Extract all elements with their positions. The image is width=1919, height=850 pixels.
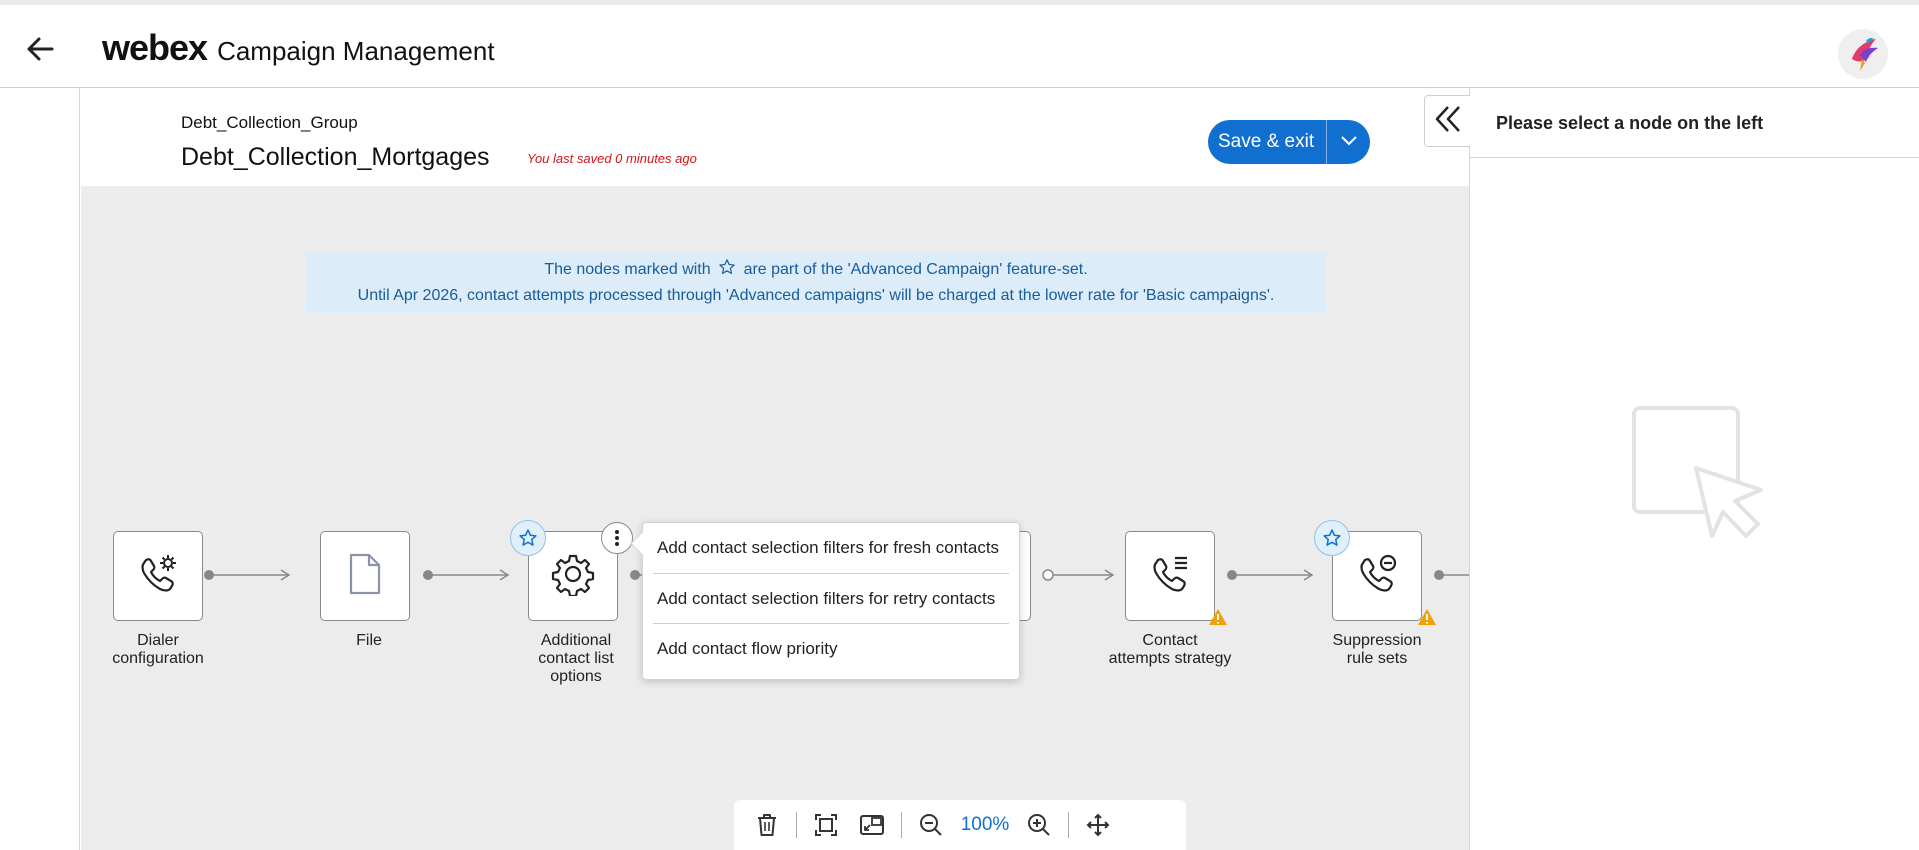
toolbar-divider: [1068, 812, 1069, 838]
menu-item-retry-filters[interactable]: Add contact selection filters for retry …: [653, 573, 1009, 623]
save-exit-button[interactable]: Save & exit: [1208, 120, 1326, 164]
connector-attempts-suppression: [1227, 569, 1314, 581]
node-additional-label-line: Additional: [540, 632, 612, 649]
node-context-menu: Add contact selection filters for fresh …: [642, 522, 1020, 680]
node-attempts-label-line: attempts strategy: [1108, 650, 1232, 667]
node-suppression-label-line: Suppression: [1332, 632, 1422, 649]
connector-suppression-out: [1434, 570, 1469, 580]
app-brand: webex Campaign Management: [102, 27, 495, 69]
file-icon: [345, 552, 385, 601]
avatar[interactable]: [1838, 29, 1888, 79]
node-additional-label-line: contact list: [538, 650, 614, 667]
campaign-group: Debt_Collection_Group: [181, 113, 358, 132]
node-dialer-label: Dialer configuration: [83, 632, 233, 668]
toolbar-divider: [901, 812, 902, 838]
phone-block-icon: [1355, 552, 1399, 601]
double-chevron-left-icon: [1434, 104, 1462, 139]
advanced-star-icon: [1314, 520, 1350, 556]
back-arrow-icon[interactable]: [22, 31, 58, 67]
banner-line-1: The nodes marked with are part of the 'A…: [306, 258, 1326, 284]
campaign-title: Debt_Collection_Mortgages: [181, 143, 490, 171]
chevron-down-icon: [1340, 133, 1358, 151]
properties-panel: Please select a node on the left: [1469, 88, 1919, 850]
collapse-panel-button[interactable]: [1424, 95, 1470, 147]
gear-icon: [551, 552, 595, 601]
node-attempts-label: Contact attempts strategy: [1085, 632, 1255, 668]
trash-icon[interactable]: [744, 805, 790, 845]
fit-screen-icon[interactable]: [803, 805, 849, 845]
banner-line-2: Until Apr 2026, contact attempts process…: [357, 287, 1275, 304]
toolbar-divider: [796, 812, 797, 838]
connector-file-additional: [423, 569, 510, 581]
warning-icon: [1208, 608, 1228, 628]
campaign-header: Debt_Collection_Group Debt_Collection_Mo…: [81, 88, 1469, 186]
connector-dialer-file: [204, 569, 291, 581]
left-rail: [0, 88, 80, 850]
save-exit-button-group: Save & exit: [1208, 120, 1371, 164]
node-additional-label-line: options: [550, 668, 602, 685]
phone-gear-icon: [136, 552, 180, 601]
zoom-in-icon[interactable]: [1016, 805, 1062, 845]
star-outline-icon: [718, 258, 736, 284]
zoom-level[interactable]: 100%: [954, 814, 1016, 836]
warning-icon: [1417, 608, 1437, 628]
connector-to-attempts: [1042, 569, 1115, 581]
app-title: Campaign Management: [217, 36, 495, 66]
node-attempts-label-line: Contact: [1142, 632, 1198, 649]
empty-selection-icon: [1630, 404, 1770, 545]
phone-list-icon: [1148, 552, 1192, 601]
zoom-out-icon[interactable]: [908, 805, 954, 845]
node-suppression-label-line: rule sets: [1346, 650, 1408, 667]
banner-line-1-start: The nodes marked with: [544, 261, 711, 278]
node-dialer-label-line: Dialer: [137, 632, 179, 649]
minimap-icon[interactable]: [849, 805, 895, 845]
pan-icon[interactable]: [1075, 805, 1121, 845]
menu-item-fresh-filters[interactable]: Add contact selection filters for fresh …: [643, 523, 1019, 573]
node-contact-attempts-strategy[interactable]: [1125, 531, 1215, 621]
advanced-info-banner: The nodes marked with are part of the 'A…: [306, 251, 1326, 313]
node-file[interactable]: [320, 531, 410, 621]
properties-panel-heading: Please select a node on the left: [1470, 88, 1919, 158]
node-additional-label: Additional contact list options: [501, 632, 651, 686]
save-options-dropdown[interactable]: [1326, 120, 1370, 164]
node-file-label-line: File: [356, 632, 382, 649]
more-options-icon[interactable]: [601, 522, 633, 554]
node-suppression-label: Suppression rule sets: [1302, 632, 1452, 668]
menu-item-flow-priority[interactable]: Add contact flow priority: [653, 623, 1009, 673]
flow-canvas[interactable]: The nodes marked with are part of the 'A…: [81, 186, 1469, 850]
node-dialer-configuration[interactable]: [113, 531, 203, 621]
save-status: You last saved 0 minutes ago: [527, 151, 697, 166]
banner-line-1-end: are part of the 'Advanced Campaign' feat…: [743, 261, 1088, 278]
canvas-toolbar: 100%: [734, 800, 1186, 850]
webex-logo: webex: [102, 27, 208, 68]
node-file-label: File: [294, 632, 444, 650]
top-bar: webex Campaign Management: [0, 0, 1919, 88]
node-dialer-label-line: configuration: [112, 650, 204, 667]
advanced-star-icon: [510, 520, 546, 556]
